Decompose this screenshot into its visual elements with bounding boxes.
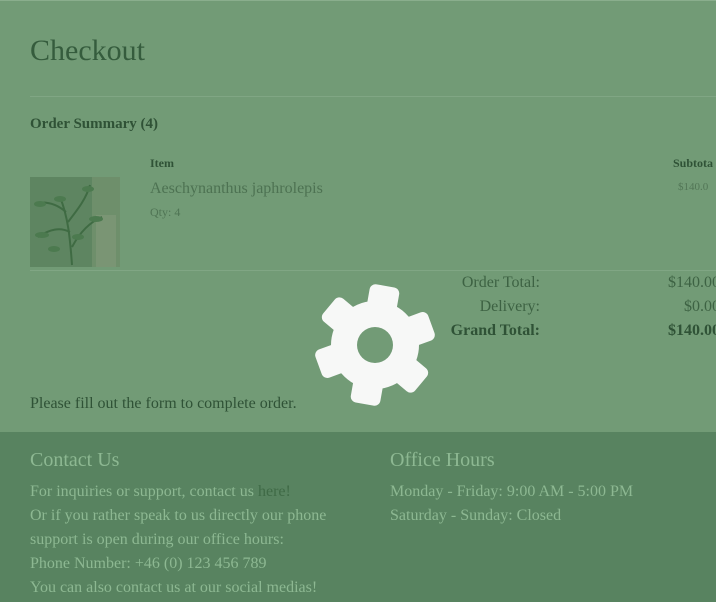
contact-phone: Phone Number: +46 (0) 123 456 789 [30, 555, 267, 572]
office-hours-weekdays: Monday - Friday: 9:00 AM - 5:00 PM [390, 483, 634, 500]
product-thumbnail [30, 177, 120, 267]
contact-line-1-text: For inquiries or support, contact us [30, 483, 258, 500]
order-summary-heading: Order Summary (4) [30, 116, 159, 132]
title-divider [30, 96, 716, 97]
contact-social: You can also contact us at our social me… [30, 579, 318, 596]
items-divider [30, 270, 716, 271]
form-instruction: Please fill out the form to complete ord… [30, 395, 297, 412]
gear-icon [315, 284, 435, 406]
contact-here-link[interactable]: here! [258, 483, 291, 500]
contact-line-1: For inquiries or support, contact us her… [30, 483, 291, 501]
contact-heading: Contact Us [30, 449, 120, 471]
plant-image-icon [30, 177, 120, 267]
contact-line-3: support is open during our office hours: [30, 531, 284, 548]
delivery-value: $0.00 [684, 298, 716, 315]
page-title: Checkout [30, 34, 145, 67]
order-total-value: $140.00 [668, 274, 716, 291]
column-header-subtotal: Subtota [673, 156, 714, 170]
contact-line-2: Or if you rather speak to us directly ou… [30, 507, 327, 524]
product-quantity: Qty: 4 [150, 205, 181, 219]
checkout-page: Checkout Order Summary (4) Item Subtota [0, 0, 716, 602]
grand-total-value: $140.00 [668, 322, 716, 339]
top-divider [0, 0, 716, 1]
office-hours-heading: Office Hours [390, 449, 495, 471]
office-hours-weekend: Saturday - Sunday: Closed [390, 507, 562, 524]
product-subtotal: $140.0 [678, 181, 709, 193]
product-name[interactable]: Aeschynanthus japhrolepis [150, 180, 323, 198]
column-header-item: Item [150, 156, 174, 170]
